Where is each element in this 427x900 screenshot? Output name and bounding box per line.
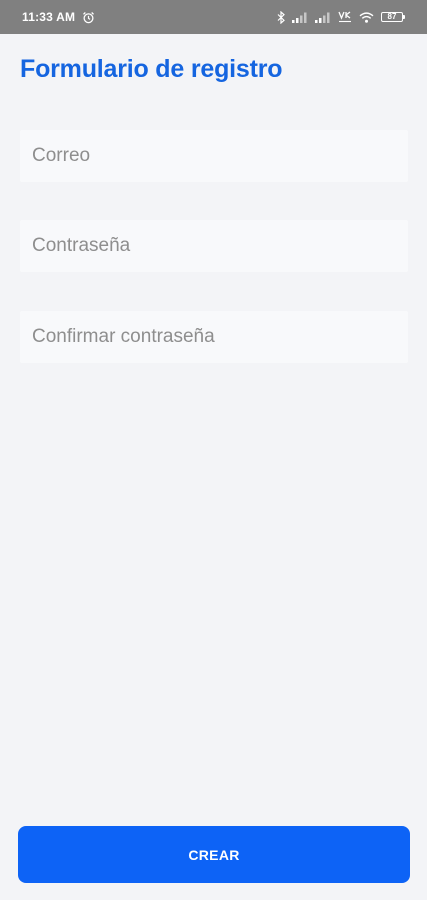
confirm-password-field[interactable] (20, 311, 408, 363)
signal-icon (292, 12, 308, 23)
email-field[interactable] (20, 130, 408, 182)
status-left: 11:33 AM (22, 10, 95, 24)
wifi-icon (359, 11, 374, 23)
signal-icon (315, 12, 331, 23)
volte-icon (338, 11, 352, 23)
status-bar: 11:33 AM 87 (0, 0, 427, 34)
page-title: Formulario de registro (20, 55, 283, 83)
status-right: 87 (277, 10, 405, 24)
bluetooth-icon (277, 10, 285, 24)
battery-level: 87 (381, 12, 403, 22)
battery-tip (403, 15, 405, 19)
battery-icon: 87 (381, 12, 405, 22)
status-time: 11:33 AM (22, 10, 76, 24)
alarm-icon (82, 11, 95, 24)
password-field[interactable] (20, 220, 408, 272)
create-button[interactable]: CREAR (18, 826, 410, 883)
